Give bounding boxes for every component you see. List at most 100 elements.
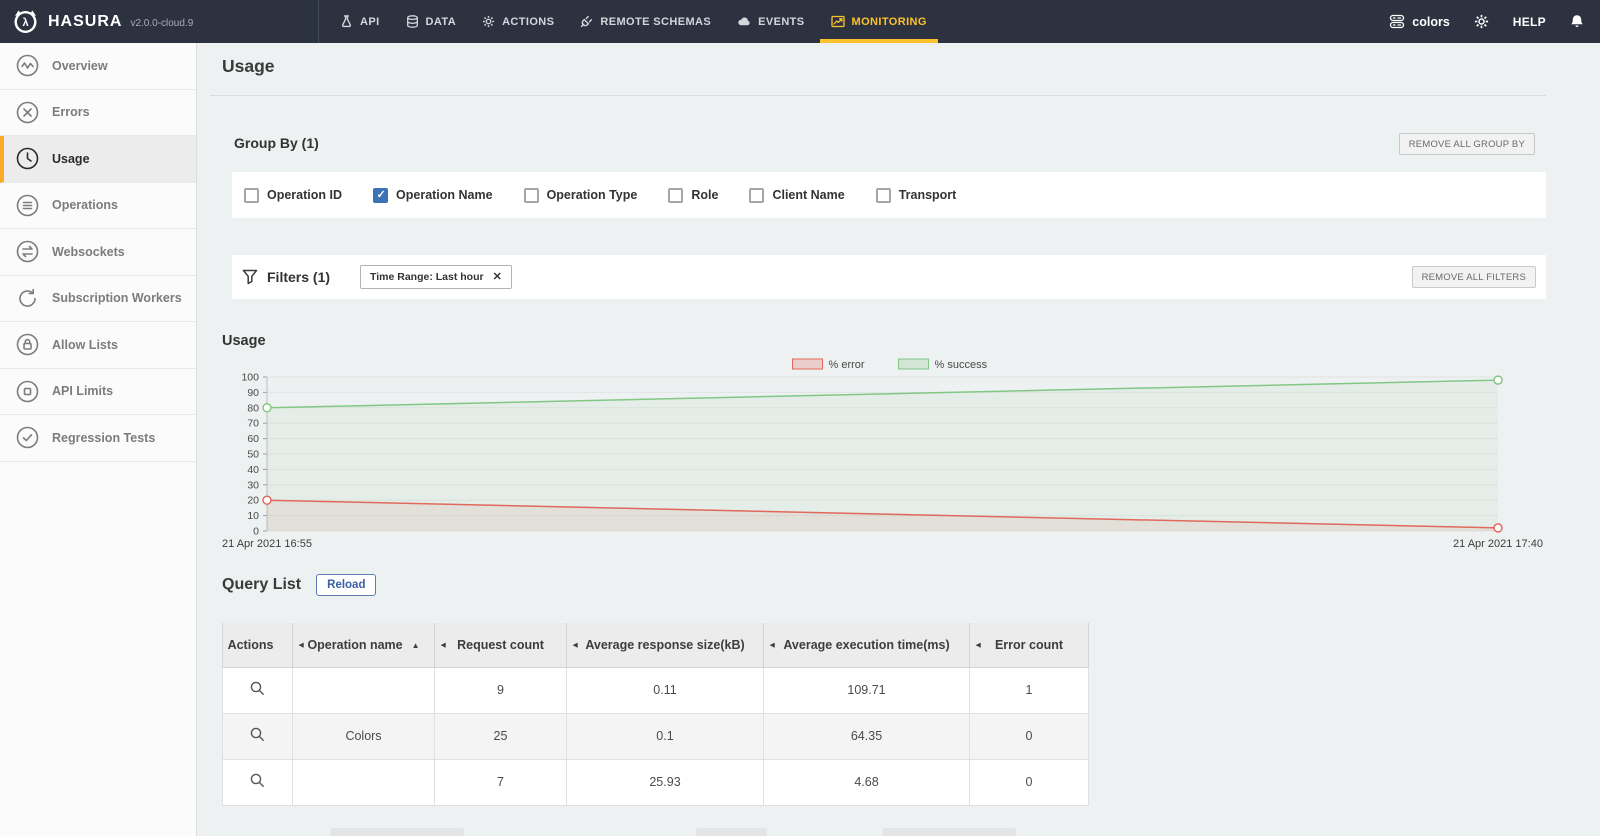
sidebar-item-api-limits[interactable]: API Limits bbox=[0, 369, 196, 415]
clock-icon bbox=[16, 147, 39, 170]
column-header-operation-name[interactable]: ◂ Operation name ▲ bbox=[292, 623, 435, 668]
group-by-options: Operation ID Operation Name Operation Ty… bbox=[232, 172, 1546, 218]
svg-text:50: 50 bbox=[247, 449, 259, 461]
inspect-row-button[interactable] bbox=[249, 772, 266, 789]
sidebar-item-operations[interactable]: Operations bbox=[0, 183, 196, 229]
svg-text:40: 40 bbox=[247, 464, 259, 476]
checkbox[interactable] bbox=[523, 187, 539, 203]
usage-chart-heading: Usage bbox=[222, 333, 266, 349]
sidebar-item-errors[interactable]: Errors bbox=[0, 90, 196, 136]
svg-text:30: 30 bbox=[247, 479, 259, 491]
checkbox[interactable] bbox=[875, 187, 891, 203]
lock-icon bbox=[16, 333, 39, 356]
checkbox[interactable] bbox=[244, 187, 259, 203]
pulse-icon bbox=[16, 54, 39, 77]
main-content: Usage Group By (1) REMOVE ALL GROUP BY O… bbox=[197, 43, 1600, 836]
pagination-next-button[interactable] bbox=[883, 828, 1016, 836]
monitoring-sidebar: Overview Errors Usage Operations Websock… bbox=[0, 43, 197, 836]
sidebar-item-regression-tests[interactable]: Regression Tests bbox=[0, 415, 196, 462]
list-icon bbox=[16, 194, 39, 217]
close-icon[interactable]: ✕ bbox=[493, 271, 502, 283]
svg-text:90: 90 bbox=[247, 387, 259, 399]
pagination-previous-button[interactable] bbox=[330, 828, 464, 836]
filters-bar: Filters (1) Time Range: Last hour ✕ REMO… bbox=[232, 255, 1546, 299]
remove-all-group-by-button[interactable]: REMOVE ALL GROUP BY bbox=[1398, 133, 1535, 155]
svg-text:100: 100 bbox=[241, 372, 259, 384]
error-circle-icon bbox=[16, 101, 39, 124]
table-row: 9 0.11 109.71 1 bbox=[222, 666, 1089, 714]
group-by-option[interactable]: Role bbox=[668, 187, 718, 203]
svg-text:% error: % error bbox=[829, 359, 865, 371]
project-selector[interactable]: colors bbox=[1389, 14, 1450, 29]
svg-text:60: 60 bbox=[247, 433, 259, 445]
group-by-option[interactable]: Operation Name bbox=[373, 187, 493, 203]
query-list-heading: Query List bbox=[222, 576, 302, 593]
svg-text:10: 10 bbox=[247, 510, 259, 522]
nav-item-monitoring[interactable]: MONITORING bbox=[818, 0, 940, 43]
nav-item-events[interactable]: EVENTS bbox=[724, 0, 817, 43]
nav-item-remote-schemas[interactable]: REMOTE SCHEMAS bbox=[567, 0, 724, 43]
main-nav: API DATA ACTIONS REMOTE SCHEMAS EVENTS M… bbox=[318, 0, 940, 43]
database-icon bbox=[406, 15, 419, 28]
inspect-row-button[interactable] bbox=[249, 680, 266, 697]
usage-chart-svg: 0 10 20 30 40 50 60 70 80 90 100 21 Apr 2021 16:55 2… bbox=[222, 358, 1543, 550]
table-header-row: Actions ◂ Operation name ▲ ◂ Request count … bbox=[222, 623, 1089, 668]
nav-item-api[interactable]: API bbox=[327, 0, 393, 43]
group-by-heading: Group By (1) bbox=[234, 135, 319, 151]
brand-name[interactable]: HASURA bbox=[48, 13, 122, 31]
collapse-column-icon[interactable]: ◂ bbox=[573, 639, 578, 650]
collapse-column-icon[interactable]: ◂ bbox=[441, 639, 446, 650]
database-icon bbox=[1389, 14, 1405, 29]
filter-chip-time-range[interactable]: Time Range: Last hour ✕ bbox=[360, 265, 512, 289]
group-by-option[interactable]: Client Name bbox=[749, 187, 845, 203]
svg-text:21 Apr 2021 17:40: 21 Apr 2021 17:40 bbox=[1453, 538, 1543, 550]
nav-item-data[interactable]: DATA bbox=[393, 0, 470, 43]
svg-text:20: 20 bbox=[247, 495, 259, 507]
gear-icon bbox=[482, 15, 495, 28]
check-circle-icon bbox=[16, 426, 39, 449]
svg-text:0: 0 bbox=[253, 526, 259, 538]
column-header-request-count[interactable]: ◂ Request count bbox=[434, 623, 567, 668]
reload-button[interactable]: Reload bbox=[316, 574, 377, 596]
checkbox[interactable] bbox=[668, 187, 684, 203]
column-header-avg-execution-time[interactable]: ◂ Average execution time(ms) bbox=[763, 623, 970, 668]
pagination-page-button[interactable] bbox=[696, 828, 767, 836]
column-header-avg-response-size[interactable]: ◂ Average response size(kB) bbox=[566, 623, 764, 668]
remove-all-filters-button[interactable]: REMOVE ALL FILTERS bbox=[1411, 266, 1536, 288]
column-header-actions[interactable]: Actions bbox=[222, 623, 293, 668]
column-header-error-count[interactable]: ◂ Error count bbox=[969, 623, 1089, 668]
svg-text:% success: % success bbox=[935, 359, 988, 371]
group-by-option[interactable]: Transport bbox=[875, 187, 956, 203]
svg-text:21 Apr 2021 16:55: 21 Apr 2021 16:55 bbox=[222, 538, 312, 550]
settings-gear-icon[interactable] bbox=[1474, 14, 1489, 29]
sidebar-item-allow-lists[interactable]: Allow Lists bbox=[0, 322, 196, 369]
filters-heading: Filters (1) bbox=[267, 269, 331, 285]
group-by-option[interactable]: Operation ID bbox=[244, 187, 342, 203]
inspect-row-button[interactable] bbox=[249, 726, 266, 743]
usage-chart: 0 10 20 30 40 50 60 70 80 90 100 21 Apr 2021 16:55 2… bbox=[222, 352, 1546, 555]
hasura-logo-icon[interactable]: λ bbox=[12, 8, 39, 35]
sidebar-item-overview[interactable]: Overview bbox=[0, 43, 196, 90]
svg-text:70: 70 bbox=[247, 418, 259, 430]
cloud-icon bbox=[737, 15, 751, 28]
collapse-column-icon[interactable]: ◂ bbox=[770, 639, 775, 650]
group-by-option[interactable]: Operation Type bbox=[523, 187, 637, 203]
sidebar-item-usage[interactable]: Usage bbox=[0, 136, 196, 183]
table-row: Colors 25 0.1 64.35 0 bbox=[222, 712, 1089, 760]
plug-icon bbox=[580, 15, 593, 28]
pagination-bar bbox=[222, 828, 1088, 836]
chart-icon bbox=[830, 15, 845, 28]
query-list-table: Actions ◂ Operation name ▲ ◂ Request count … bbox=[222, 623, 1089, 806]
help-link[interactable]: HELP bbox=[1513, 15, 1546, 29]
collapse-column-icon[interactable]: ◂ bbox=[976, 639, 981, 650]
top-navbar: λ HASURA v2.0.0-cloud.9 API DATA ACTIONS… bbox=[0, 0, 1600, 43]
svg-text:λ: λ bbox=[22, 17, 28, 29]
sort-asc-icon: ▲ bbox=[411, 640, 420, 650]
checkbox[interactable] bbox=[749, 187, 765, 203]
notifications-bell-icon[interactable] bbox=[1570, 14, 1584, 29]
sidebar-item-subscription-workers[interactable]: Subscription Workers bbox=[0, 276, 196, 322]
checkbox[interactable] bbox=[373, 187, 389, 203]
sidebar-item-websockets[interactable]: Websockets bbox=[0, 229, 196, 276]
collapse-column-icon[interactable]: ◂ bbox=[299, 639, 304, 650]
nav-item-actions[interactable]: ACTIONS bbox=[469, 0, 567, 43]
